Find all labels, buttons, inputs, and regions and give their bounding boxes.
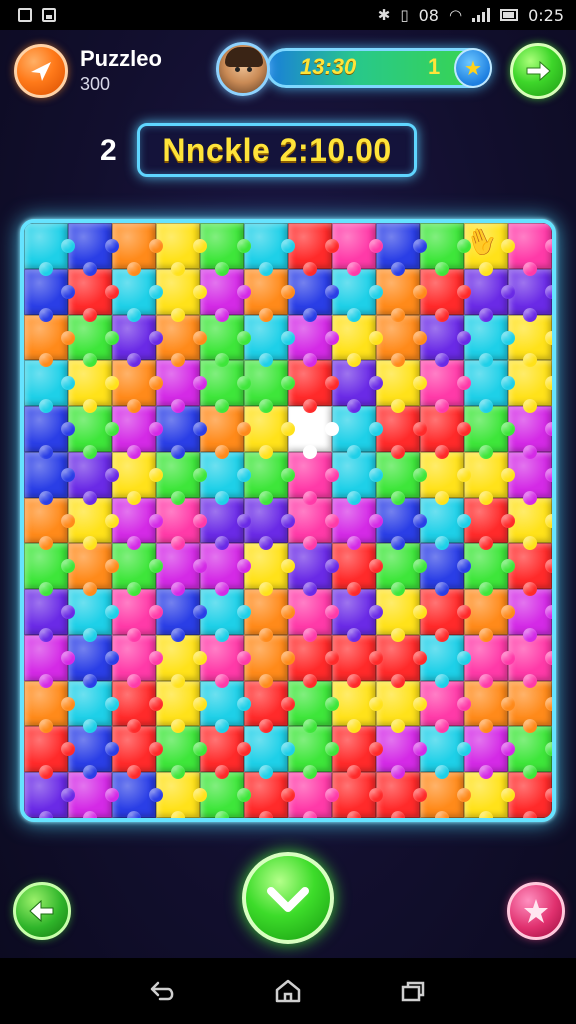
puzzle-piece[interactable] <box>24 772 75 818</box>
notification-icon <box>18 8 32 22</box>
status-bar: ✱ ▯ 08 ◠ 0:25 <box>0 0 576 30</box>
prize-box: Nnckle 2:10.00 <box>137 123 417 177</box>
image-icon <box>42 8 56 22</box>
avatar[interactable] <box>216 42 270 96</box>
puzzle-board[interactable] <box>20 219 556 822</box>
star-pinwheel-icon <box>524 899 548 923</box>
puzzle-piece[interactable] <box>24 726 75 779</box>
player-score: 300 <box>80 74 111 94</box>
recents-nav-icon[interactable] <box>393 971 433 1011</box>
player-name: Puzzleo <box>80 46 162 71</box>
vibrate-icon: ▯ <box>400 6 409 24</box>
star-icon[interactable]: ★ <box>454 48 492 88</box>
status-indicator: 08 <box>418 5 439 25</box>
level-number: 2 <box>100 134 117 167</box>
plane-icon <box>31 62 51 81</box>
navigation-bar <box>0 958 576 1024</box>
back-nav-icon[interactable] <box>143 971 183 1011</box>
signal-icon <box>472 8 491 22</box>
prize-text: Nnckle 2:10.00 <box>162 131 392 168</box>
puzzle-grid[interactable] <box>24 223 552 818</box>
shuffle-button[interactable] <box>507 882 565 940</box>
menu-button[interactable] <box>14 44 68 98</box>
status-right: ✱ ▯ 08 ◠ 0:25 <box>378 6 564 25</box>
arrow-back-icon <box>29 899 54 923</box>
timer-count: 1 <box>428 54 441 79</box>
arrow-right-icon <box>526 60 551 82</box>
puzzle-piece[interactable] <box>24 360 75 413</box>
battery-icon <box>500 9 519 21</box>
back-button[interactable] <box>13 882 71 940</box>
checkmark-icon <box>267 887 309 912</box>
bluetooth-icon: ✱ <box>377 6 391 24</box>
confirm-button[interactable] <box>242 852 334 944</box>
status-left <box>18 8 56 22</box>
status-time: 0:25 <box>528 5 564 25</box>
puzzle-piece[interactable] <box>24 223 75 276</box>
puzzle-piece[interactable] <box>24 543 75 596</box>
home-nav-icon[interactable] <box>268 971 308 1011</box>
next-button[interactable] <box>510 43 566 99</box>
wifi-icon: ◠ <box>448 6 463 24</box>
timer-text: 13:30 <box>300 54 357 79</box>
